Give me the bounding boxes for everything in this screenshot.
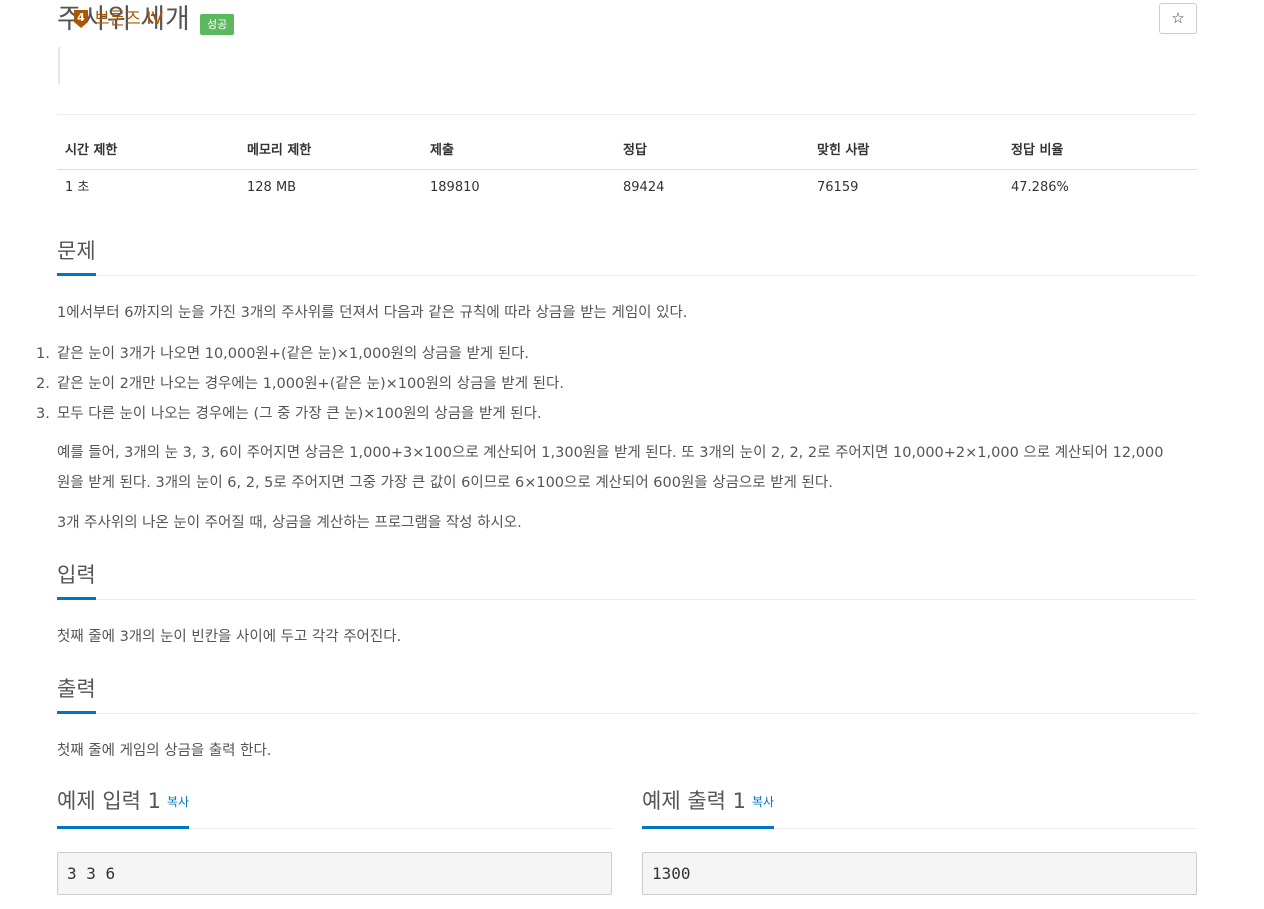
sample-output-heading: 예제 출력 1 복사 [642,786,775,829]
output-section-header: 출력 [57,674,1197,714]
tier-container [58,47,74,84]
input-heading: 입력 [57,560,96,600]
copy-input-button[interactable]: 복사 [167,795,189,809]
problem-info-table: 시간 제한 메모리 제한 제출 정답 맞힌 사람 정답 비율 1 초 128 M… [57,133,1197,206]
divider [57,114,1197,115]
favorite-star-button[interactable]: ☆ [1159,3,1197,34]
list-item: 2. 같은 눈이 2개만 나오는 경우에는 1,000원+(같은 눈)×100원의… [36,376,564,392]
memory-limit-value: 128 MB [247,180,297,195]
task-paragraph: 3개 주사위의 나온 눈이 주어질 때, 상금을 계산하는 프로그램을 작성 하… [57,515,522,531]
header-submissions: 제출 [430,143,454,158]
problem-page: 주사위 세개 성공 ☆ 4 브론즈 IV 시간 제한 메모리 제한 제출 정답 … [36,0,1197,895]
table-header-row: 시간 제한 메모리 제한 제출 정답 맞힌 사람 정답 비율 [57,133,1197,170]
problem-heading: 문제 [57,236,96,276]
tier-level: 4 [77,11,85,24]
header-accepted: 정답 [623,143,647,158]
example-paragraph: 예를 들어, 3개의 눈 3, 3, 6이 주어지면 상금은 1,000+3×1… [57,445,1164,491]
status-badge: 성공 [200,14,235,35]
table-row: 1 초 128 MB 189810 89424 76159 47.286% [57,170,1197,206]
star-icon: ☆ [1171,9,1185,27]
title-row: 주사위 세개 성공 ☆ [57,0,1197,44]
header-ratio: 정답 비율 [1011,143,1064,158]
tier-label[interactable]: 브론즈 IV [94,8,163,30]
input-section-header: 입력 [57,560,1197,600]
time-limit-value: 1 초 [65,180,90,195]
header-solvers: 맞힌 사람 [817,143,870,158]
sample-output-header: 예제 출력 1 복사 [642,786,1197,829]
list-item: 3. 모두 다른 눈이 나오는 경우에는 (그 중 가장 큰 눈)×100원의 상… [36,406,542,422]
sample-input-header: 예제 입력 1 복사 [57,786,612,829]
problem-section-header: 문제 [57,236,1197,276]
header-memory-limit: 메모리 제한 [247,143,312,158]
header-time-limit: 시간 제한 [65,143,118,158]
rules-list: 1. 같은 눈이 3개가 나오면 10,000원+(같은 눈)×1,000원의 상… [36,339,564,429]
sample-input-box[interactable]: 3 3 6 [57,852,612,895]
submissions-value[interactable]: 189810 [430,170,480,206]
sample-input-heading: 예제 입력 1 복사 [57,786,190,829]
output-description: 첫째 줄에 게임의 상금을 출력 한다. [57,743,272,759]
input-description: 첫째 줄에 3개의 눈이 빈칸을 사이에 두고 각각 주어진다. [57,629,402,645]
output-heading: 출력 [57,674,96,714]
problem-intro: 1에서부터 6까지의 눈을 가진 3개의 주사위를 던져서 다음과 같은 규칙에… [57,305,688,321]
sample-input-value: 3 3 6 [67,864,116,883]
copy-output-button[interactable]: 복사 [752,795,774,809]
accepted-value[interactable]: 89424 [623,170,664,206]
solvers-value[interactable]: 76159 [817,170,858,206]
ratio-value: 47.286% [1011,180,1069,195]
sample-output-box[interactable]: 1300 [642,852,1197,895]
bronze-tier-icon: 4 [74,10,88,28]
sample-output-value: 1300 [652,864,691,883]
list-item: 1. 같은 눈이 3개가 나오면 10,000원+(같은 눈)×1,000원의 상… [36,346,530,362]
